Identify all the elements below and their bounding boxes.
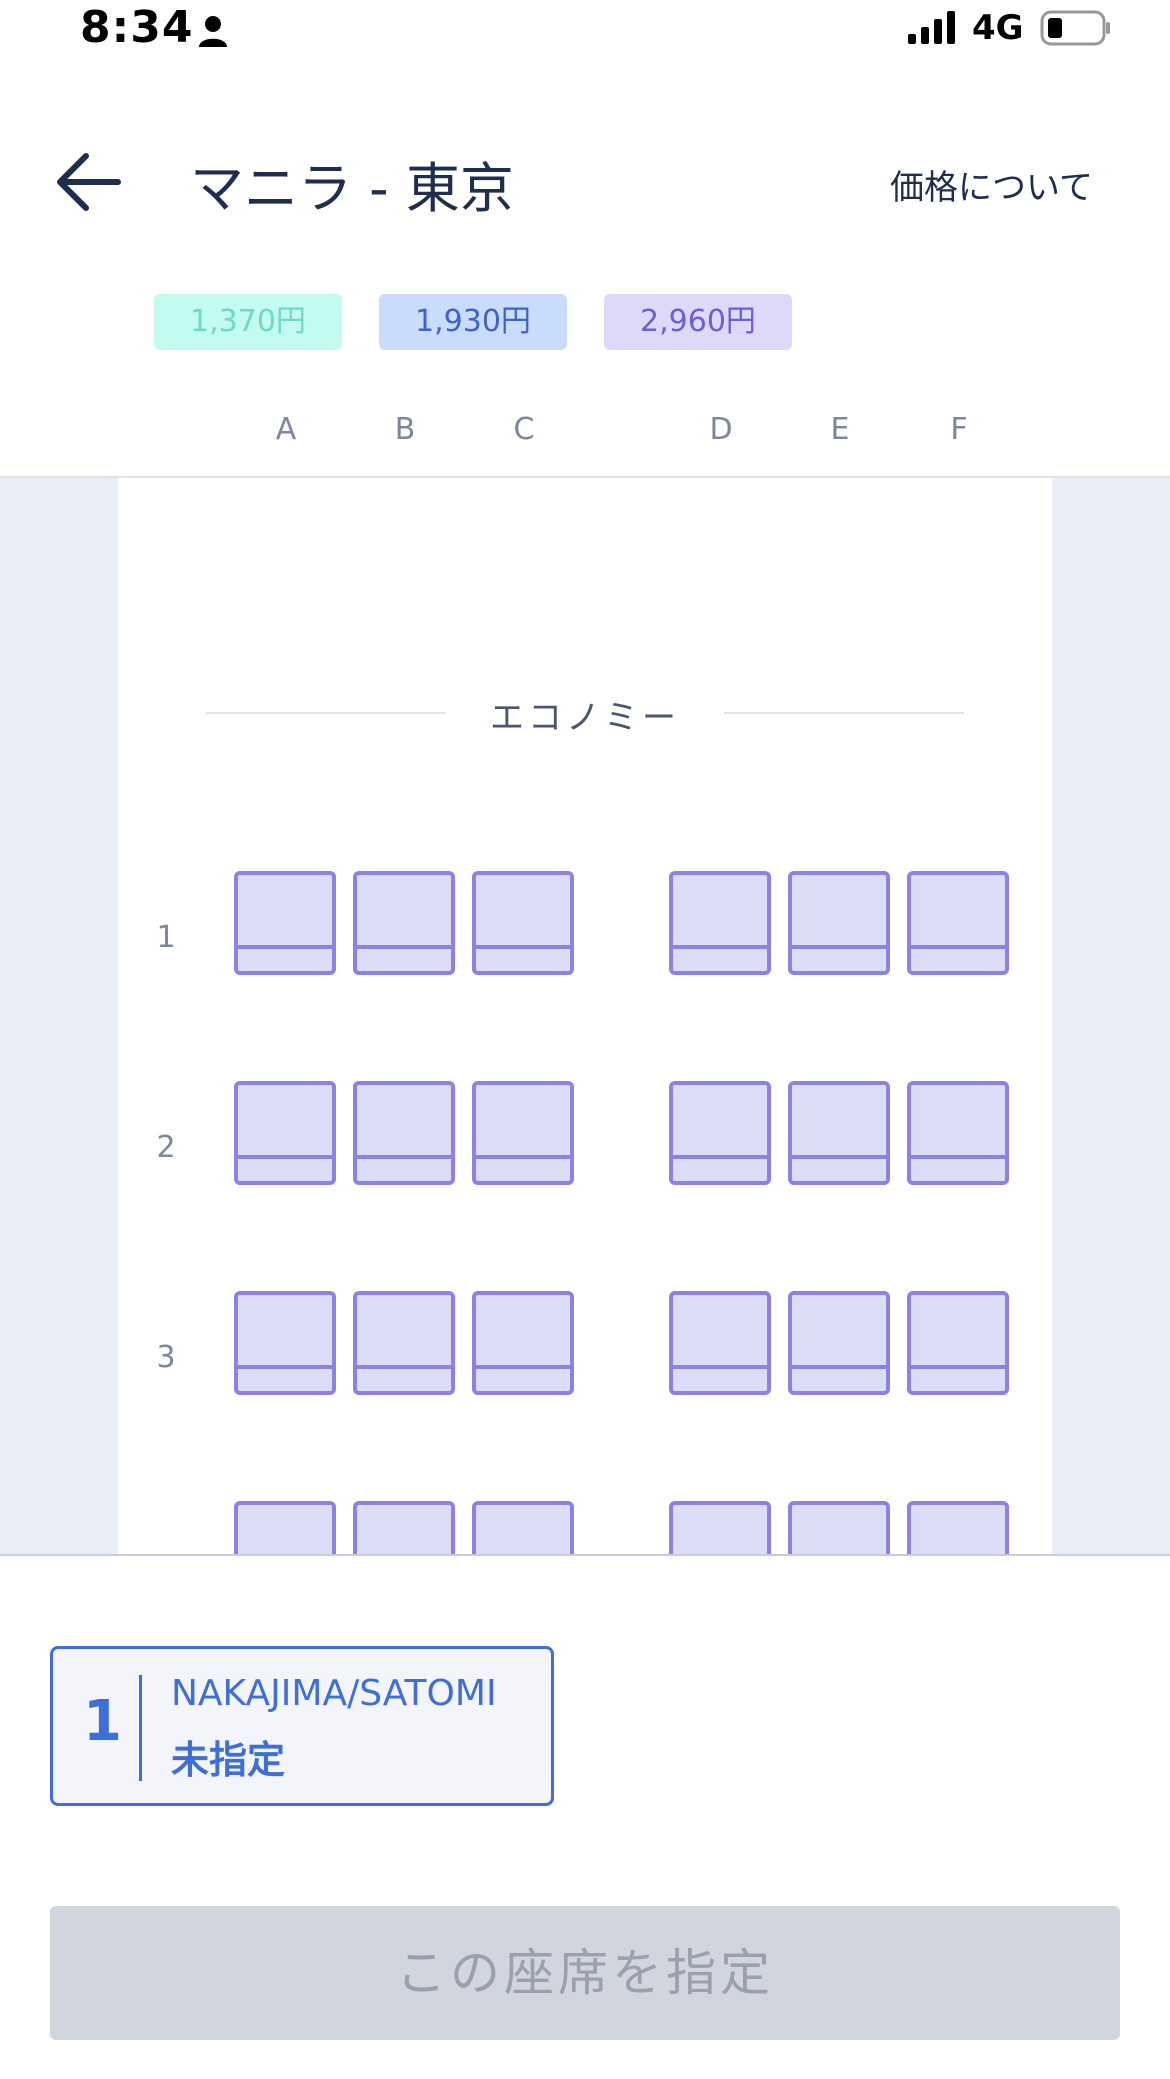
seat-4c[interactable] (472, 1501, 574, 1554)
price-info-link[interactable]: 価格について (890, 160, 1093, 209)
column-label-d: D (709, 412, 733, 447)
seat-map[interactable]: エコノミー 1 2 3 (0, 478, 1170, 1554)
seat-2f[interactable] (907, 1081, 1009, 1185)
column-label-e: E (830, 412, 850, 447)
seat-3e[interactable] (788, 1291, 890, 1395)
price-badge-tier-3: 2,960円 (604, 294, 792, 350)
row-label-2: 2 (156, 1130, 176, 1165)
cabin-class-label: エコノミー (490, 698, 680, 738)
battery-icon (1040, 10, 1110, 46)
seat-1b[interactable] (353, 871, 455, 975)
seat-2b[interactable] (353, 1081, 455, 1185)
confirm-seat-button[interactable]: この座席を指定 (50, 1906, 1120, 2040)
status-time: 8:34 (80, 2, 194, 53)
seat-1f[interactable] (907, 871, 1009, 975)
seat-1c[interactable] (472, 871, 574, 975)
seat-2a[interactable] (234, 1081, 336, 1185)
seat-4a[interactable] (234, 1501, 336, 1554)
network-label: 4G (972, 8, 1024, 48)
seat-4d[interactable] (669, 1501, 771, 1554)
seat-3b[interactable] (353, 1291, 455, 1395)
seat-4f[interactable] (907, 1501, 1009, 1554)
seat-1d[interactable] (669, 871, 771, 975)
passenger-number: 1 (83, 1689, 122, 1754)
cabin-body: エコノミー 1 2 3 (118, 478, 1052, 1554)
back-button[interactable] (46, 140, 130, 224)
page-title: マニラ - 東京 (190, 157, 514, 220)
seat-2d[interactable] (669, 1081, 771, 1185)
row-label-1: 1 (156, 920, 176, 955)
row-label-3: 3 (156, 1340, 176, 1375)
seat-3a[interactable] (234, 1291, 336, 1395)
price-badge-tier-2: 1,930円 (379, 294, 567, 350)
arrow-left-icon (57, 153, 121, 211)
seat-3d[interactable] (669, 1291, 771, 1395)
seat-map-divider (0, 1554, 1170, 1556)
seat-4e[interactable] (788, 1501, 890, 1554)
status-bar: 8:34 4G (0, 0, 1170, 60)
seat-2c[interactable] (472, 1081, 574, 1185)
price-badge-tier-1: 1,370円 (154, 294, 342, 350)
passenger-seat-status: 未指定 (171, 1738, 286, 1782)
passenger-name: NAKAJIMA/SATOMI (171, 1673, 497, 1714)
seat-3f[interactable] (907, 1291, 1009, 1395)
seat-1e[interactable] (788, 871, 890, 975)
person-icon (199, 16, 227, 47)
cabin-divider-right (724, 712, 964, 714)
seat-2e[interactable] (788, 1081, 890, 1185)
column-label-f: F (950, 412, 968, 447)
column-label-b: B (394, 412, 416, 447)
passenger-separator (139, 1675, 142, 1781)
seat-3c[interactable] (472, 1291, 574, 1395)
column-label-a: A (275, 412, 297, 447)
passenger-card[interactable]: 1 NAKAJIMA/SATOMI 未指定 (50, 1646, 554, 1806)
signal-icon (908, 11, 955, 44)
column-label-c: C (513, 412, 535, 447)
seat-1a[interactable] (234, 871, 336, 975)
seat-4b[interactable] (353, 1501, 455, 1554)
